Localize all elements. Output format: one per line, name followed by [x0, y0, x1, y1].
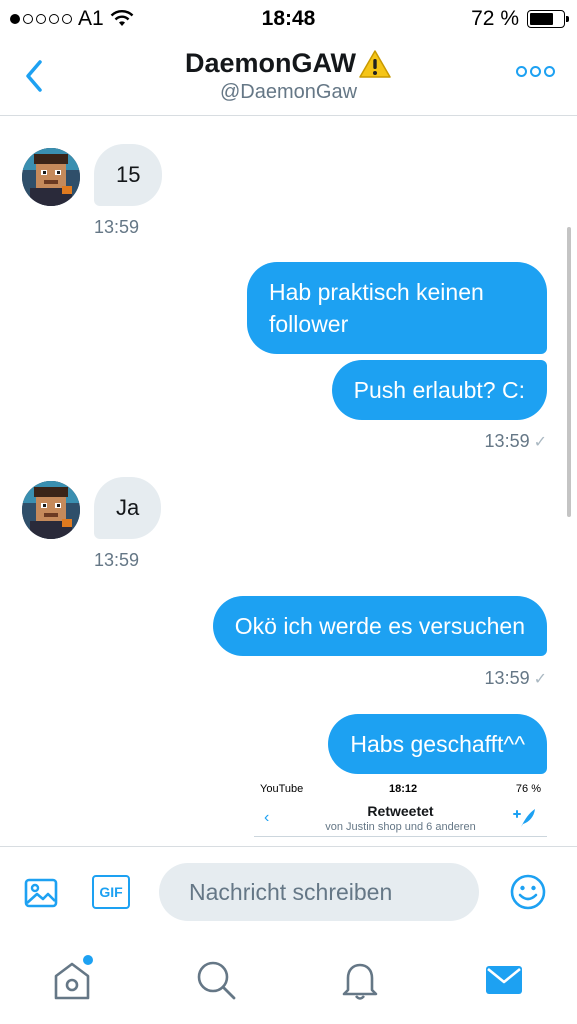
message-bubble-incoming[interactable]: Ja — [94, 477, 162, 539]
message-bubble-outgoing[interactable]: Okö ich werde es versuchen — [212, 596, 547, 656]
message-timestamp: 13:59 — [484, 431, 530, 451]
attachment-subtitle: von Justin shop und 6 anderen — [325, 821, 476, 833]
message-thread[interactable]: 15 13:59 Hab praktisch keinen follower P… — [0, 117, 577, 846]
message-composer: GIF — [0, 846, 577, 936]
warning-icon — [359, 49, 391, 78]
avatar-image — [22, 481, 80, 539]
message-input[interactable] — [159, 863, 479, 921]
message-timestamp: 13:59 — [94, 550, 140, 570]
header-title[interactable]: DaemonGAW @DaemonGaw — [0, 48, 577, 104]
notification-dot — [83, 955, 93, 965]
attachment-time: 18:12 — [389, 783, 418, 795]
compose-icon — [513, 809, 535, 827]
message-timestamp-row: 13:59 ✓ — [485, 431, 547, 452]
contact-name-row: DaemonGAW — [185, 48, 392, 79]
sent-check-icon: ✓ — [533, 434, 547, 451]
avatar[interactable] — [22, 481, 80, 539]
scrollbar[interactable] — [567, 227, 571, 517]
contact-name: DaemonGAW — [184, 48, 357, 78]
attachment-app-name: YouTube — [260, 783, 304, 795]
message-timestamp-row: 13:59 ✓ — [485, 668, 547, 689]
battery-icon — [527, 10, 569, 28]
conversation-header: DaemonGAW @DaemonGaw — [0, 38, 577, 116]
message-timestamp: 13:59 — [94, 217, 140, 237]
message-timestamp: 13:59 — [484, 668, 530, 688]
message-bubble-outgoing[interactable]: Habs geschafft^^ — [328, 714, 547, 774]
message-bubble-outgoing[interactable]: Hab praktisch keinen follower — [247, 262, 547, 354]
image-icon[interactable] — [23, 875, 59, 911]
avatar[interactable] — [22, 148, 80, 206]
notifications-icon[interactable] — [338, 958, 382, 1002]
tab-bar — [0, 936, 577, 1024]
gif-label: GIF — [99, 884, 123, 900]
emoji-icon[interactable] — [509, 873, 547, 911]
sent-check-icon: ✓ — [533, 671, 547, 688]
battery-percentage: 72 % — [471, 7, 519, 30]
message-bubble-incoming[interactable]: 15 — [94, 144, 163, 206]
more-icon[interactable] — [516, 66, 555, 77]
attachment-status-bar: YouTube 18:12 76 % — [254, 783, 547, 799]
attachment-title: Retweetet — [367, 803, 434, 819]
message-bubble-outgoing[interactable]: Push erlaubt? C: — [331, 360, 547, 420]
search-icon[interactable] — [194, 958, 238, 1002]
battery-status: 72 % — [471, 7, 569, 31]
status-bar: A1 18:48 72 % — [0, 0, 577, 38]
messages-icon[interactable] — [482, 958, 526, 1002]
avatar-image — [22, 148, 80, 206]
gif-icon[interactable]: GIF — [92, 875, 130, 909]
image-attachment[interactable]: YouTube 18:12 76 % ‹ Retweetet von Justi… — [254, 779, 547, 846]
contact-handle: @DaemonGaw — [219, 81, 358, 103]
attachment-battery: 76 % — [515, 783, 541, 795]
attachment-header: ‹ Retweetet von Justin shop und 6 andere… — [254, 801, 547, 837]
